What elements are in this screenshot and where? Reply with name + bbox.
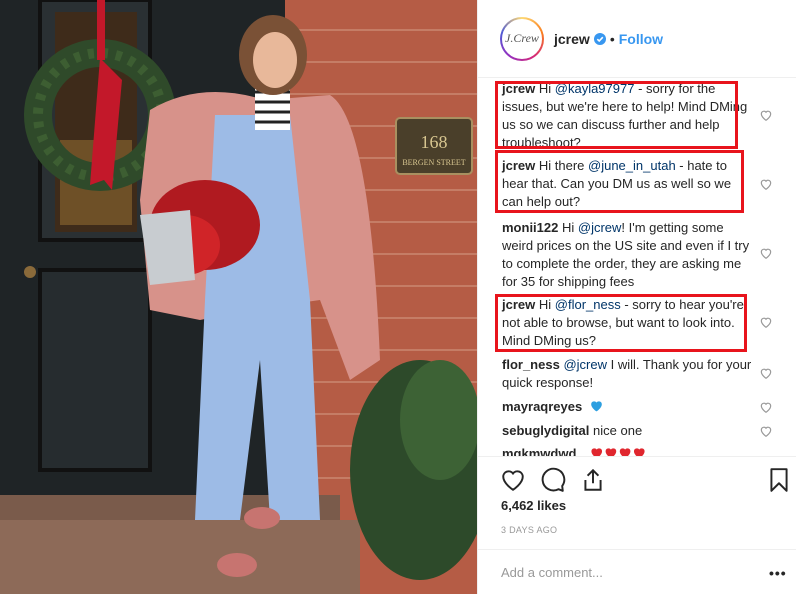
blue-heart-emoji: [589, 399, 604, 417]
bookmark-icon[interactable]: [766, 467, 792, 493]
post-header: J.Crew jcrew • Follow: [478, 0, 796, 78]
comment-item: flor_ness @jcrew I will. Thank you for y…: [502, 356, 754, 392]
street-sign: BERGEN STREET: [402, 158, 465, 167]
photo-illustration: 168 BERGEN STREET: [0, 0, 477, 594]
post-photo[interactable]: 168 BERGEN STREET: [0, 0, 477, 594]
comment-text-pre: Hi: [561, 220, 578, 235]
avatar[interactable]: J.Crew: [500, 16, 544, 61]
heart-icon[interactable]: [759, 315, 773, 329]
comment-username[interactable]: mqkmwdwd: [502, 446, 576, 456]
comment-text: nice one: [593, 423, 643, 438]
comment-mention[interactable]: @jcrew: [563, 357, 607, 372]
comment-username[interactable]: sebuglydigital: [502, 423, 589, 438]
comment-mention[interactable]: @jcrew: [578, 220, 622, 235]
like-heart-icon[interactable]: [500, 467, 526, 493]
comment-username[interactable]: flor_ness: [502, 357, 560, 372]
comment-item: sebuglydigital nice one: [502, 422, 754, 440]
comment-icon[interactable]: [540, 467, 566, 493]
more-options-icon[interactable]: •••: [769, 566, 787, 580]
heart-icon[interactable]: [759, 246, 773, 260]
comment-username[interactable]: monii122: [502, 220, 558, 235]
heart-icon[interactable]: [759, 400, 773, 414]
highlight-box: [495, 294, 747, 352]
verified-icon: [593, 32, 606, 45]
comment-item: monii122 Hi @jcrew! I'm getting some wei…: [502, 219, 754, 291]
house-number: 168: [421, 132, 448, 152]
heart-icon[interactable]: [759, 366, 773, 380]
comment-item: mqkmwdwd: [502, 445, 754, 456]
avatar-logo: J.Crew: [502, 18, 542, 59]
comment-item: mayraqreyes: [502, 398, 754, 417]
add-comment-input[interactable]: Add a comment...: [501, 565, 603, 580]
share-icon[interactable]: [580, 467, 606, 493]
heart-icon[interactable]: [759, 108, 773, 122]
heart-icon[interactable]: [759, 424, 773, 438]
likes-count[interactable]: 6,462 likes: [501, 498, 566, 513]
highlight-box: [495, 81, 738, 149]
follow-button[interactable]: Follow: [619, 31, 663, 47]
add-comment-bar: Add a comment... •••: [478, 549, 796, 594]
username[interactable]: jcrew: [554, 31, 590, 47]
comment-username[interactable]: mayraqreyes: [502, 399, 582, 414]
separator-dot: •: [609, 30, 615, 47]
highlight-box: [495, 150, 744, 213]
post-date: 3 DAYS AGO: [501, 525, 558, 535]
heart-icon[interactable]: [759, 177, 773, 191]
red-heart-emoji: [583, 446, 653, 456]
